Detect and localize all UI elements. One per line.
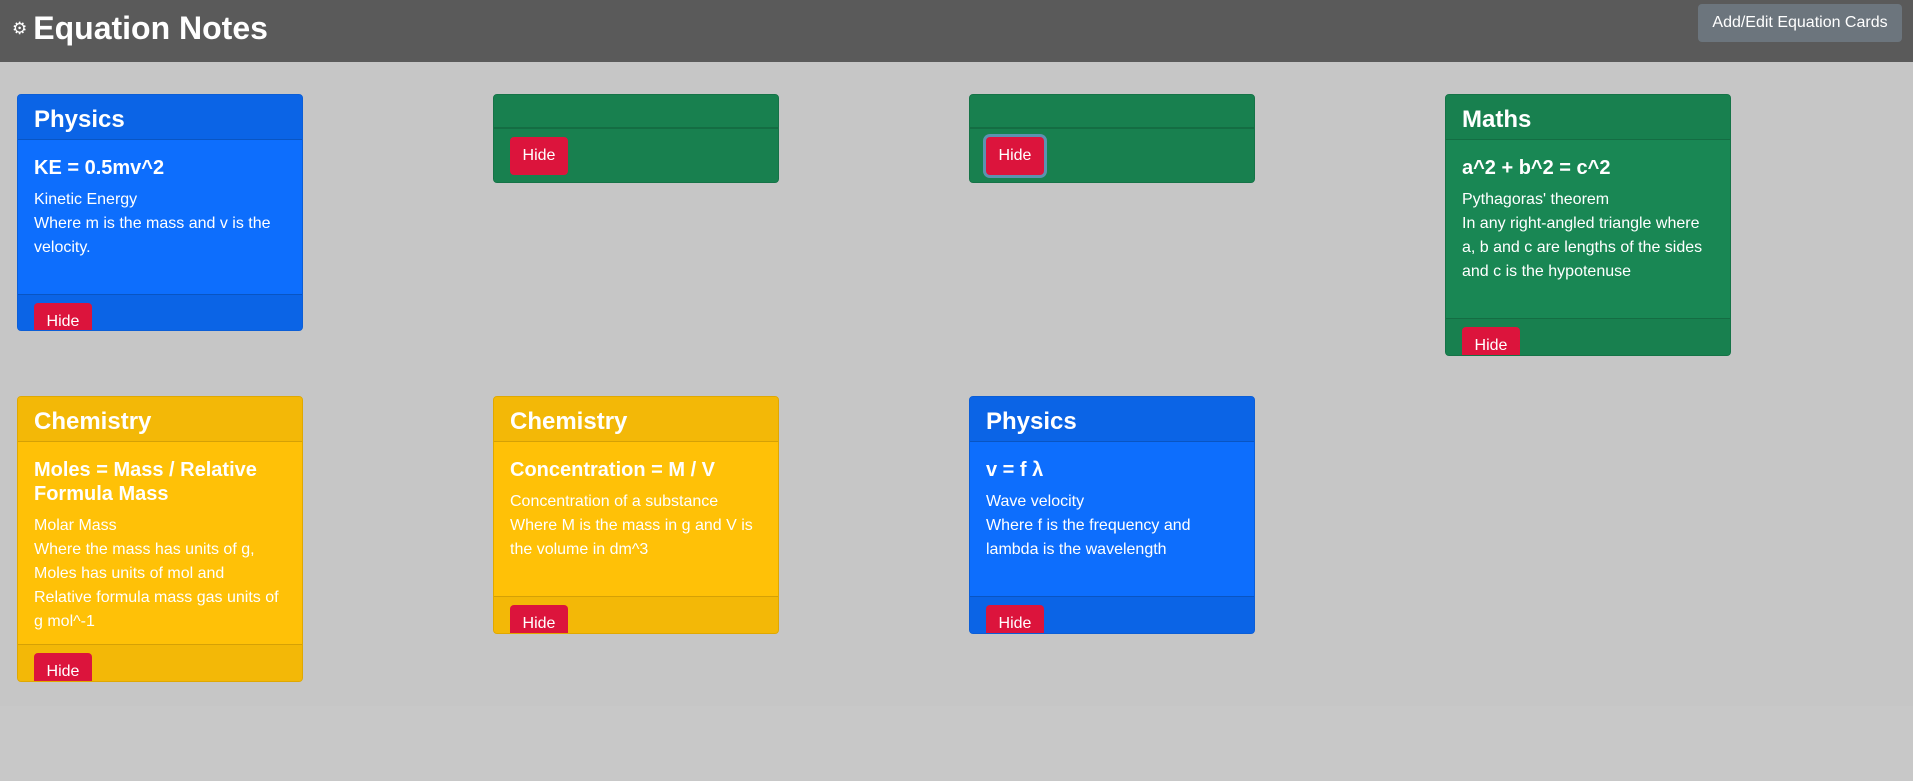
card-description: Where M is the mass in g and V is the vo… bbox=[510, 517, 753, 558]
hide-button[interactable]: Hide bbox=[986, 137, 1044, 175]
card-subject bbox=[494, 95, 778, 128]
card-footer: Hide bbox=[18, 294, 302, 330]
card-description: In any right-angled triangle where a, b … bbox=[1462, 215, 1703, 280]
card-equation: Moles = Mass / Relative Formula Mass bbox=[34, 459, 257, 505]
hide-button[interactable]: Hide bbox=[1462, 327, 1520, 355]
card-footer: Hide bbox=[970, 128, 1254, 182]
card-equation: KE = 0.5mv^2 bbox=[34, 157, 165, 179]
card-footer: Hide bbox=[970, 596, 1254, 633]
card-subject: Physics bbox=[18, 95, 302, 140]
page-title: Equation Notes bbox=[33, 9, 268, 46]
top-navbar: ⚙ Equation Notes Add/Edit Equation Cards bbox=[0, 0, 1913, 62]
equation-card-empty: Hide bbox=[969, 94, 1255, 183]
card-equation-name: Pythagoras' theorem bbox=[1462, 191, 1610, 208]
hide-button[interactable]: Hide bbox=[34, 653, 92, 681]
gear-icon: ⚙ bbox=[12, 19, 28, 38]
equation-card-chemistry-concentration: Chemistry Concentration = M / V Concentr… bbox=[493, 396, 779, 634]
card-subject: Maths bbox=[1446, 95, 1730, 140]
app-brand: ⚙ Equation Notes bbox=[12, 8, 268, 48]
equation-card-chemistry-molar-mass: Chemistry Moles = Mass / Relative Formul… bbox=[17, 396, 303, 682]
card-equation-name: Molar Mass bbox=[34, 517, 117, 534]
equation-card-physics-kinetic-energy: Physics KE = 0.5mv^2 Kinetic Energy Wher… bbox=[17, 94, 303, 331]
card-subject bbox=[970, 95, 1254, 128]
card-footer: Hide bbox=[1446, 318, 1730, 355]
hide-button[interactable]: Hide bbox=[34, 303, 92, 330]
card-subject: Chemistry bbox=[18, 397, 302, 442]
hide-button[interactable]: Hide bbox=[510, 137, 568, 175]
card-equation-name: Wave velocity bbox=[986, 493, 1085, 510]
card-subject: Chemistry bbox=[494, 397, 778, 442]
equation-card-maths-pythagoras: Maths a^2 + b^2 = c^2 Pythagoras' theore… bbox=[1445, 94, 1731, 356]
card-subject: Physics bbox=[970, 397, 1254, 442]
card-equation-name: Kinetic Energy bbox=[34, 191, 138, 208]
add-edit-cards-button[interactable]: Add/Edit Equation Cards bbox=[1698, 4, 1902, 42]
hide-button[interactable]: Hide bbox=[986, 605, 1044, 633]
card-description: Where the mass has units of g, Moles has… bbox=[34, 541, 279, 630]
card-equation: a^2 + b^2 = c^2 bbox=[1462, 157, 1611, 179]
card-equation: Concentration = M / V bbox=[510, 459, 716, 481]
card-description: Where m is the mass and v is the velocit… bbox=[34, 215, 271, 256]
equation-card-physics-wave-velocity: Physics v = f λ Wave velocity Where f is… bbox=[969, 396, 1255, 634]
hide-button[interactable]: Hide bbox=[510, 605, 568, 633]
card-equation: v = f λ bbox=[986, 459, 1044, 481]
card-footer: Hide bbox=[18, 644, 302, 681]
card-footer: Hide bbox=[494, 596, 778, 633]
card-description: Where f is the frequency and lambda is t… bbox=[986, 517, 1191, 558]
card-equation-name: Concentration of a substance bbox=[510, 493, 719, 510]
equation-card-empty: Hide bbox=[493, 94, 779, 183]
card-footer: Hide bbox=[494, 128, 778, 182]
